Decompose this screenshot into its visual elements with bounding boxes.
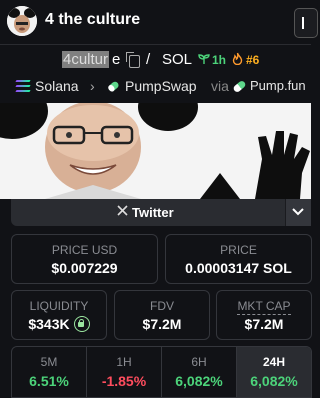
chevron-down-icon [292, 208, 304, 216]
sprout-icon [198, 53, 210, 68]
x-icon [117, 204, 128, 219]
fdv-label: FDV [150, 299, 174, 313]
market-cap-card[interactable]: MKT CAP $7.2M [216, 290, 312, 340]
socials-dropdown-button[interactable] [285, 199, 311, 226]
token-pair-line: 4cultur e / SOL 1h #6 [0, 51, 311, 73]
chain-link[interactable]: Solana [35, 78, 79, 94]
tab-24h[interactable]: 24H 6,082% [237, 347, 311, 397]
fire-icon [232, 52, 243, 68]
twitter-label: Twitter [132, 205, 174, 220]
twitter-button[interactable]: Twitter [11, 199, 283, 226]
tab-label: 24H [262, 355, 285, 369]
pair-age: 1h [212, 53, 227, 67]
price-usd-label: PRICE USD [51, 243, 118, 257]
socials-bar: Twitter [11, 199, 311, 226]
dex-link[interactable]: PumpSwap [125, 78, 197, 94]
tab-change-value: 6,082% [250, 373, 298, 389]
market-cap-label-wrap: MKT CAP [217, 299, 311, 315]
market-cap-label: MKT CAP [237, 299, 291, 315]
price-change-tabs: 5M 6.51% 1H -1.85% 6H 6,082% 24H 6,082% [11, 346, 312, 398]
pumpfun-icon [232, 79, 247, 94]
tab-change-value: -1.85% [101, 373, 147, 389]
tab-6h[interactable]: 6H 6,082% [162, 347, 237, 397]
pair-separator: / [146, 51, 151, 68]
via-label: via [211, 78, 229, 94]
trending-rank[interactable]: #6 [246, 53, 259, 67]
copy-icon[interactable] [126, 52, 140, 68]
fdv-card: FDV $7.2M [114, 290, 210, 340]
quote-symbol: SOL [162, 51, 193, 68]
lock-icon[interactable] [73, 316, 90, 332]
tab-5m[interactable]: 5M 6.51% [12, 347, 87, 397]
header-divider [0, 44, 311, 45]
liquidity-value: $343K [28, 316, 70, 332]
pumpswap-icon [106, 79, 121, 94]
token-symbol[interactable]: e [112, 51, 120, 68]
launchpad-link[interactable]: Pump.fun [250, 78, 306, 93]
tab-1h[interactable]: 1H -1.85% [87, 347, 162, 397]
tab-change-value: 6,082% [175, 373, 223, 389]
price-native-card: PRICE 0.00003147 SOL [165, 234, 312, 284]
liquidity-value-row: $343K [12, 316, 106, 332]
tab-label: 6H [191, 355, 207, 369]
more-options-button[interactable] [294, 8, 318, 38]
price-usd-card: PRICE USD $0.007229 [11, 234, 158, 284]
tab-label: 1H [116, 355, 132, 369]
liquidity-label: LIQUIDITY [29, 299, 89, 313]
chain-dex-line: Solana › PumpSwap via Pump.fun [0, 77, 311, 97]
token-symbol-selected[interactable]: 4cultur [62, 51, 110, 68]
price-usd-value: $0.007229 [51, 260, 118, 276]
solana-icon [15, 80, 31, 92]
market-cap-value: $7.2M [244, 316, 284, 332]
liquidity-card: LIQUIDITY $343K [11, 290, 107, 340]
price-native-label: PRICE [220, 243, 257, 257]
chevron-right-icon: › [90, 78, 95, 94]
fdv-value: $7.2M [142, 316, 182, 332]
tab-change-value: 6.51% [29, 373, 69, 389]
token-name: 4 the culture [45, 11, 141, 28]
price-native-value: 0.00003147 SOL [185, 260, 292, 276]
token-header: 4 the culture [0, 0, 318, 44]
token-banner-image [0, 103, 311, 199]
more-icon [302, 17, 304, 29]
tab-label: 5M [40, 355, 58, 369]
token-avatar [7, 6, 37, 36]
